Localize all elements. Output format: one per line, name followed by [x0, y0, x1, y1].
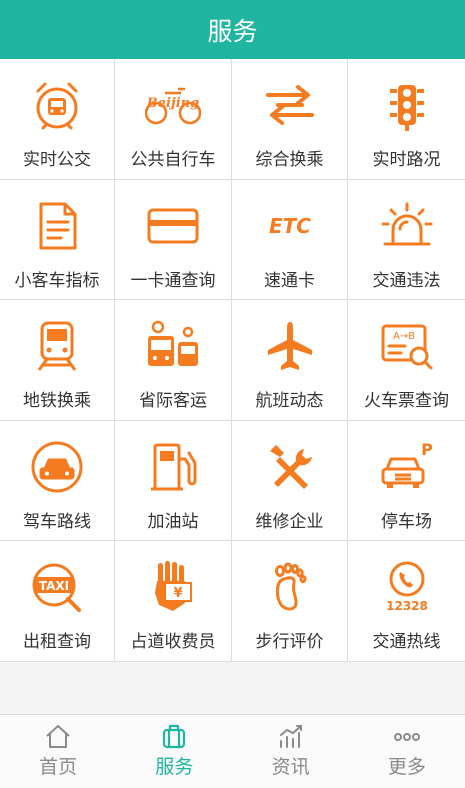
service-driving-route[interactable]: 驾车路线: [0, 420, 115, 542]
service-label: 公共自行车: [130, 150, 216, 170]
coach-bus-icon: [143, 316, 203, 376]
service-traffic-status[interactable]: 实时路况: [348, 59, 465, 180]
briefcase-icon: [163, 724, 186, 749]
taxi-search-icon: TAXI: [27, 557, 87, 617]
currency-symbol: ¥: [173, 586, 182, 601]
etc-icon: ETC: [260, 196, 320, 256]
fuel-pump-icon: [143, 437, 203, 497]
service-traffic-hotline[interactable]: 12328 交通热线: [348, 541, 465, 662]
airplane-icon: [260, 316, 320, 376]
service-flight-status[interactable]: 航班动态: [232, 300, 348, 421]
home-icon: [46, 725, 70, 748]
service-label: 速通卡: [264, 270, 315, 291]
service-subway-transfer[interactable]: 地铁换乘: [0, 300, 115, 421]
hotline-number: 12328: [386, 599, 428, 613]
ticket-search-icon: A→B: [377, 316, 437, 376]
service-label: 出租查询: [23, 632, 91, 653]
service-label: 加油站: [147, 511, 199, 532]
service-label: 停车场: [381, 511, 432, 532]
service-grid: 实时公交 Beijing 公共自行车 综合换乘 实时路况 小客车指标 一卡通查询…: [0, 59, 465, 662]
taxi-sign-text: TAXI: [39, 579, 69, 593]
service-label: 维修企业: [255, 511, 324, 532]
service-taxi-query[interactable]: TAXI 出租查询: [0, 541, 115, 662]
service-label: 航班动态: [255, 391, 324, 412]
service-label: 实时公交: [23, 150, 91, 170]
subway-train-icon: [27, 316, 87, 376]
service-label: 综合换乘: [255, 150, 324, 170]
more-dots-icon: [393, 733, 420, 741]
service-label: 交通违法: [372, 270, 441, 291]
parking-car-icon: P: [377, 437, 437, 497]
service-label: 一卡通查询: [130, 270, 216, 291]
ticket-route-text: A→B: [392, 331, 414, 342]
service-label: 省际客运: [139, 391, 207, 412]
car-circle-icon: [27, 437, 87, 497]
service-label: 驾车路线: [23, 511, 91, 532]
tab-label: 资讯: [271, 756, 310, 778]
card-icon: [143, 196, 203, 256]
service-label: 实时路况: [372, 150, 441, 170]
service-intercity-coach[interactable]: 省际客运: [115, 300, 232, 421]
etc-text: ETC: [269, 214, 311, 238]
service-card-query[interactable]: 一卡通查询: [115, 179, 232, 301]
service-public-bike[interactable]: Beijing 公共自行车: [115, 59, 232, 180]
service-traffic-violation[interactable]: 交通违法: [348, 180, 465, 301]
service-realtime-bus[interactable]: 实时公交: [0, 59, 115, 180]
tab-label: 首页: [39, 756, 78, 778]
page-title: 服务: [207, 16, 258, 46]
transfer-arrows-icon: [260, 75, 320, 135]
parking-letter: P: [421, 440, 433, 459]
tab-news[interactable]: 资讯: [233, 715, 349, 788]
service-label: 火车票查询: [364, 391, 449, 412]
bus-clock-icon: [27, 75, 87, 135]
service-walk-review[interactable]: 步行评价: [232, 541, 348, 662]
service-label: 地铁换乘: [23, 391, 91, 412]
service-car-quota[interactable]: 小客车指标: [0, 179, 115, 301]
service-label: 小客车指标: [14, 270, 100, 291]
document-icon: [27, 196, 87, 256]
beijing-bike-icon: Beijing: [143, 75, 203, 135]
tab-home[interactable]: 首页: [0, 715, 116, 788]
page-header: 服务: [0, 0, 465, 59]
footprint-icon: [260, 557, 320, 617]
tab-more[interactable]: 更多: [349, 715, 465, 788]
service-repair-shop[interactable]: 维修企业: [232, 420, 348, 542]
service-label: 步行评价: [255, 632, 324, 653]
service-gas-station[interactable]: 加油站: [115, 420, 232, 542]
service-train-ticket[interactable]: A→B 火车票查询: [348, 300, 465, 421]
wrench-screwdriver-icon: [260, 437, 320, 497]
tab-label: 服务: [155, 756, 194, 778]
service-label: 占道收费员: [130, 632, 216, 653]
chart-trend-icon: [279, 725, 302, 748]
siren-light-icon: [377, 196, 437, 256]
service-parking[interactable]: P 停车场: [348, 421, 465, 542]
traffic-light-icon: [377, 75, 437, 135]
service-label: 交通热线: [372, 632, 441, 653]
hand-money-icon: ¥: [143, 557, 203, 617]
hotline-phone-icon: 12328: [377, 557, 437, 617]
service-toll-collector[interactable]: ¥ 占道收费员: [115, 541, 232, 662]
service-etc-card[interactable]: ETC 速通卡: [232, 179, 348, 301]
tab-label: 更多: [387, 756, 426, 778]
bottom-tab-bar: 首页 服务 资讯 更多: [0, 714, 465, 788]
tab-service[interactable]: 服务: [116, 715, 232, 788]
service-transfer[interactable]: 综合换乘: [232, 59, 348, 180]
bike-logo-text: Beijing: [146, 96, 199, 111]
